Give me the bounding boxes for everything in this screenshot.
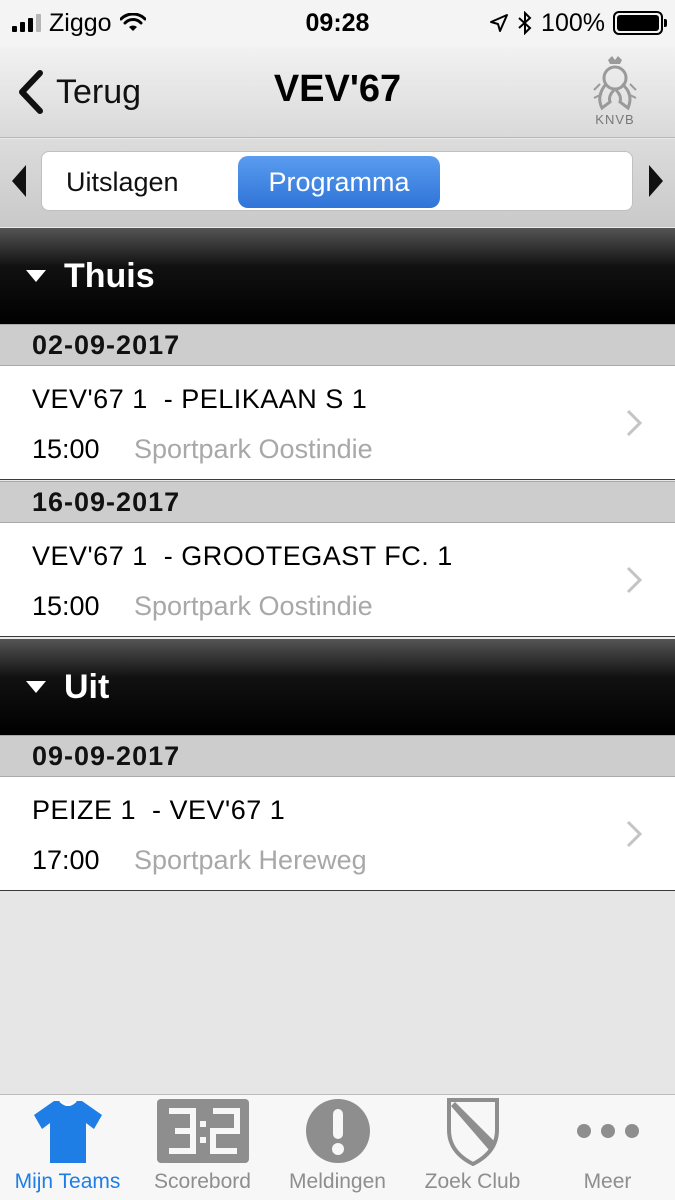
- segment-programma[interactable]: Programma: [238, 156, 440, 208]
- chevron-right-icon: [626, 820, 643, 848]
- scroll-left-arrow-icon[interactable]: [8, 161, 30, 201]
- match-venue: Sportpark Oostindie: [134, 434, 373, 464]
- shirt-icon: [33, 1099, 102, 1163]
- alert-icon: [305, 1098, 370, 1163]
- match-time: 15:00: [32, 591, 100, 621]
- collapse-triangle-icon: [26, 681, 46, 693]
- tab-mijn-teams[interactable]: Mijn Teams: [0, 1095, 135, 1200]
- bluetooth-icon: [518, 11, 532, 35]
- date-row: 02-09-2017: [0, 324, 675, 366]
- tab-scorebord[interactable]: Scorebord: [135, 1095, 270, 1200]
- scoreboard-icon: [156, 1098, 249, 1163]
- chevron-right-icon: [626, 409, 643, 437]
- tab-label: Meldingen: [289, 1170, 386, 1193]
- match-time: 15:00: [32, 434, 100, 464]
- wifi-icon: [119, 13, 146, 31]
- match-row[interactable]: VEV'67 1 - PELIKAAN S 1 15:00 Sportpark …: [0, 366, 675, 480]
- tab-meer[interactable]: Meer: [540, 1095, 675, 1200]
- match-teams: VEV'67 1 - PELIKAAN S 1: [32, 384, 368, 414]
- tab-zoek-club[interactable]: Zoek Club: [405, 1095, 540, 1200]
- more-icon: [576, 1123, 639, 1138]
- section-title: Uit: [64, 667, 110, 706]
- chevron-right-icon: [626, 566, 643, 594]
- back-button[interactable]: Terug: [14, 64, 141, 120]
- navigation-bar: Terug VEV'67 KNVB: [0, 46, 675, 138]
- signal-icon: [12, 14, 41, 32]
- match-row[interactable]: VEV'67 1 - GROOTEGAST FC. 1 15:00 Sportp…: [0, 523, 675, 637]
- shield-icon: [446, 1097, 499, 1166]
- match-venue: Sportpark Oostindie: [134, 591, 373, 621]
- status-bar: Ziggo 09:28 100%: [0, 0, 675, 46]
- chevron-left-icon: [19, 70, 43, 114]
- section-header-thuis[interactable]: Thuis: [0, 228, 675, 324]
- segmented-control: Uitslagen Programma: [41, 151, 633, 211]
- knvb-logo: KNVB: [585, 54, 645, 130]
- battery-percent: 100%: [541, 8, 605, 37]
- back-label: Terug: [56, 72, 142, 111]
- location-arrow-icon: [490, 14, 509, 32]
- tab-label: Meer: [583, 1170, 632, 1193]
- segment-uitslagen[interactable]: Uitslagen: [66, 156, 179, 208]
- date-row: 09-09-2017: [0, 735, 675, 777]
- scroll-right-arrow-icon[interactable]: [645, 161, 667, 201]
- collapse-triangle-icon: [26, 270, 46, 282]
- status-right: 100%: [489, 8, 667, 38]
- tab-meldingen[interactable]: Meldingen: [270, 1095, 405, 1200]
- tab-label: Scorebord: [154, 1170, 251, 1193]
- match-time: 17:00: [32, 845, 100, 875]
- knvb-logo-text: KNVB: [595, 112, 635, 127]
- status-left: Ziggo: [12, 9, 146, 38]
- lion-logo-icon: [593, 56, 637, 111]
- date-row: 16-09-2017: [0, 481, 675, 523]
- segment-bar: Uitslagen Programma: [0, 139, 675, 227]
- match-row[interactable]: PEIZE 1 - VEV'67 1 17:00 Sportpark Herew…: [0, 777, 675, 891]
- tab-bar: Mijn Teams Scorebord Meldingen Zoek Club…: [0, 1094, 675, 1200]
- match-venue: Sportpark Hereweg: [134, 845, 367, 875]
- tab-label: Mijn Teams: [14, 1170, 121, 1193]
- section-title: Thuis: [64, 256, 155, 295]
- tab-label: Zoek Club: [424, 1170, 521, 1193]
- match-teams: PEIZE 1 - VEV'67 1: [32, 795, 286, 825]
- carrier-label: Ziggo: [49, 8, 112, 37]
- match-teams: VEV'67 1 - GROOTEGAST FC. 1: [32, 541, 453, 571]
- empty-list-area: [0, 892, 675, 1094]
- battery-icon: [613, 11, 667, 35]
- section-header-uit[interactable]: Uit: [0, 639, 675, 735]
